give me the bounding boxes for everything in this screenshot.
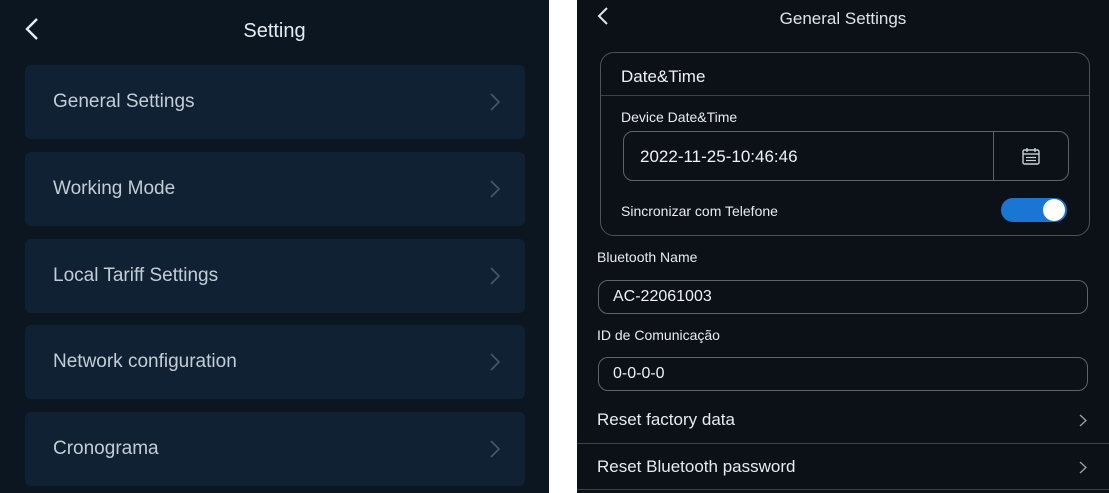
comm-id-label: ID de Comunicação: [597, 327, 720, 343]
menu-item-label: Working Mode: [53, 178, 176, 199]
calendar-icon: [1022, 148, 1040, 165]
page-title: General Settings: [779, 9, 907, 28]
general-settings-screen: General Settings Date&Time Device Date&T…: [577, 0, 1109, 493]
bluetooth-name-label: Bluetooth Name: [597, 249, 698, 265]
bluetooth-name-field[interactable]: AC-22061003: [598, 280, 1088, 314]
reset-factory-data-row[interactable]: Reset factory data: [577, 397, 1109, 443]
date-time-heading: Date&Time: [621, 67, 706, 86]
sync-phone-toggle[interactable]: [1001, 198, 1067, 222]
setting-screen: Setting General Settings Working Mode Lo…: [0, 0, 549, 493]
chevron-right-icon: [1079, 461, 1087, 474]
calendar-button[interactable]: [994, 132, 1068, 180]
menu-item-general-settings[interactable]: General Settings: [25, 65, 525, 139]
device-date-time-label: Device Date&Time: [621, 109, 738, 125]
chevron-right-icon: [490, 93, 501, 111]
reset-bluetooth-password-label: Reset Bluetooth password: [597, 457, 796, 476]
reset-factory-data-label: Reset factory data: [597, 410, 735, 429]
page-title: Setting: [243, 20, 306, 42]
chevron-right-icon: [490, 267, 501, 285]
menu-item-label: Network configuration: [53, 351, 237, 372]
comm-id-value: 0-0-0-0: [613, 365, 665, 382]
device-date-time-value: 2022-11-25-10:46:46: [640, 147, 798, 166]
menu-item-working-mode[interactable]: Working Mode: [25, 152, 525, 226]
reset-bluetooth-password-row[interactable]: Reset Bluetooth password: [577, 444, 1109, 490]
chevron-right-icon: [1079, 414, 1087, 427]
device-date-time-field[interactable]: 2022-11-25-10:46:46: [623, 131, 1069, 181]
toggle-knob: [1043, 199, 1065, 221]
menu-item-label: Cronograma: [53, 438, 159, 459]
divider: [601, 95, 1089, 96]
menu-item-cronograma[interactable]: Cronograma: [25, 412, 525, 486]
chevron-right-icon: [490, 440, 501, 458]
chevron-right-icon: [490, 353, 501, 371]
date-time-card: Date&Time Device Date&Time 2022-11-25-10…: [600, 52, 1090, 236]
comm-id-field[interactable]: 0-0-0-0: [598, 357, 1088, 391]
menu-item-label: General Settings: [53, 91, 195, 112]
setting-header: Setting: [0, 0, 549, 62]
menu-item-local-tariff-settings[interactable]: Local Tariff Settings: [25, 239, 525, 313]
bluetooth-name-value: AC-22061003: [613, 288, 712, 305]
divider: [577, 489, 1109, 490]
chevron-right-icon: [490, 180, 501, 198]
sync-phone-label: Sincronizar com Telefone: [621, 203, 778, 219]
menu-item-label: Local Tariff Settings: [53, 265, 219, 286]
menu-item-network-configuration[interactable]: Network configuration: [25, 325, 525, 399]
